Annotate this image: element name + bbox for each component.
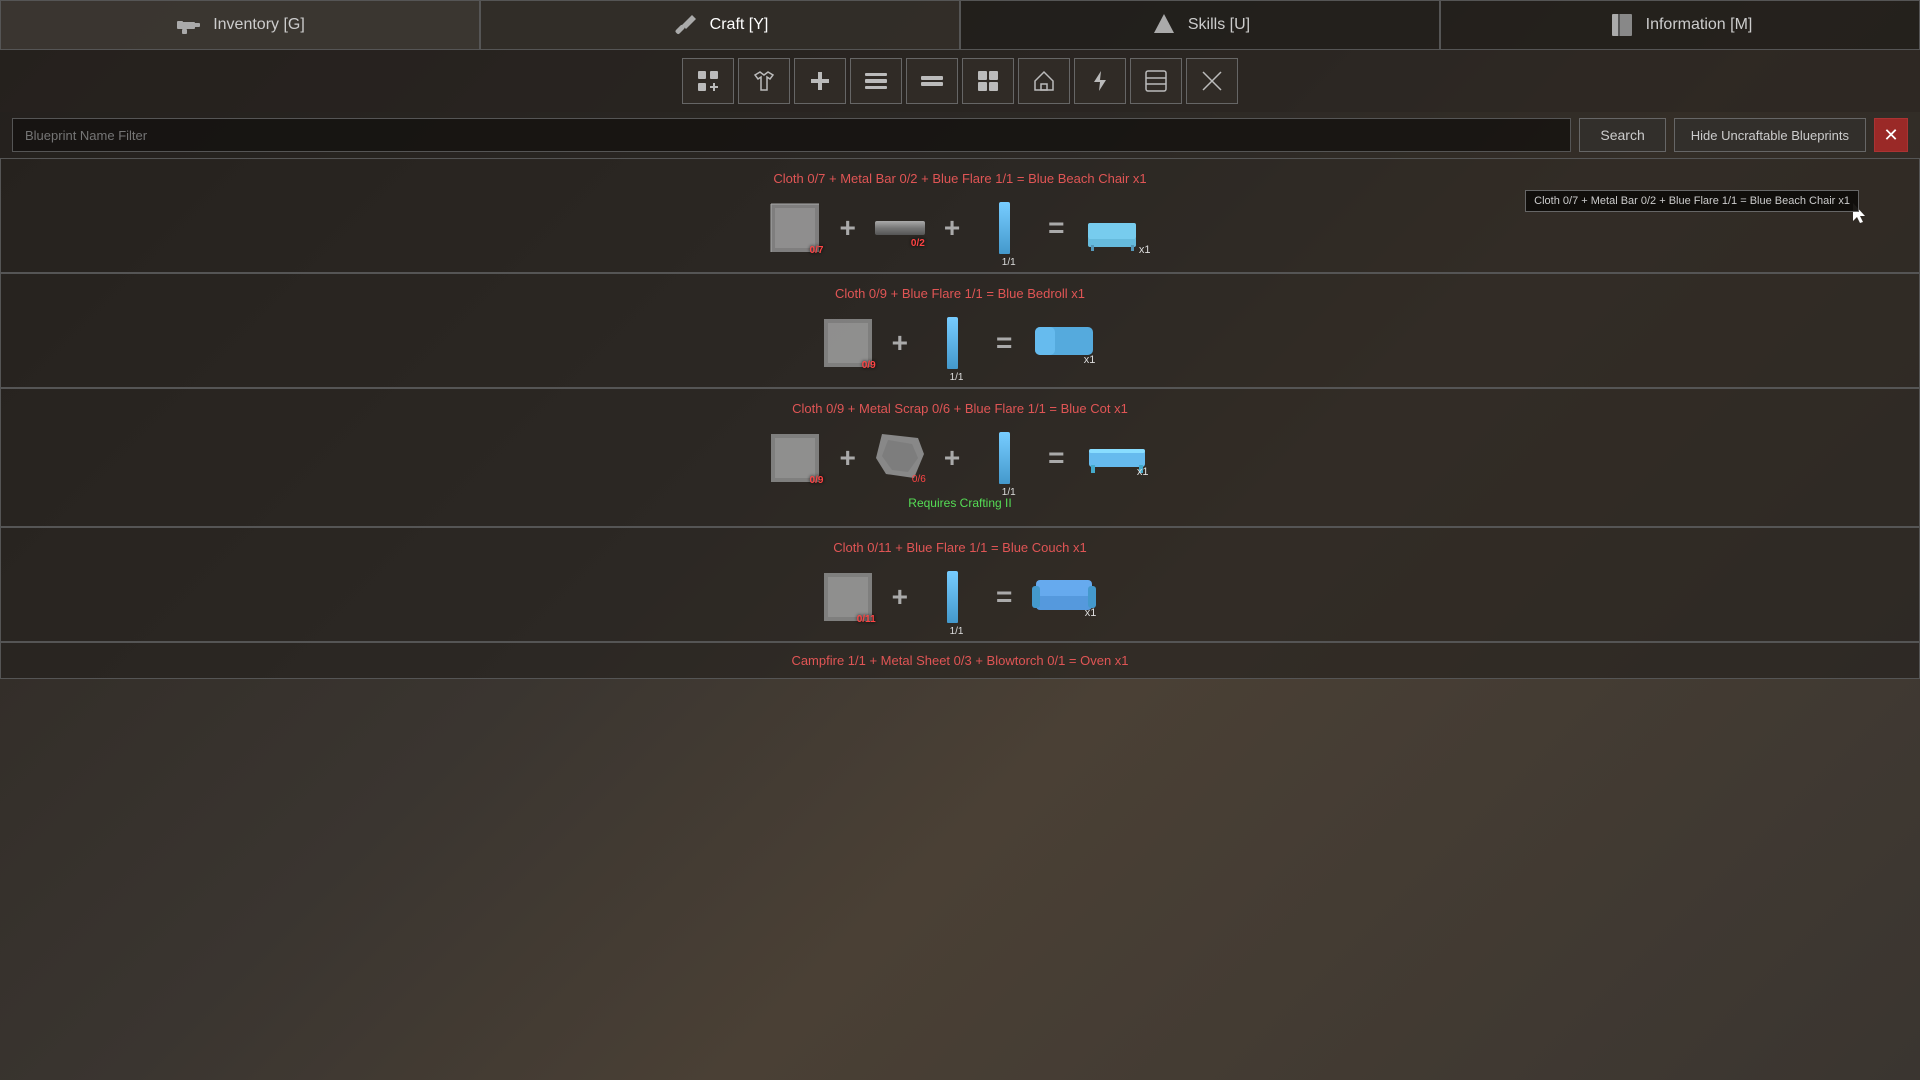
blueprint-list: Cloth 0/7 + Metal Bar 0/2 + Blue Flare 1…	[0, 158, 1920, 1080]
result-count-2: x1	[1084, 354, 1096, 366]
blueprint-card-couch: Cloth 0/11 + Blue Flare 1/1 = Blue Couch…	[0, 527, 1920, 642]
book-icon	[1608, 11, 1636, 39]
flare-count-4: 1/1	[950, 626, 964, 637]
toolbar-medical[interactable]	[794, 58, 846, 104]
ingredient-metalscrap-1: 0/6	[872, 430, 928, 486]
result-bedroll: x1	[1028, 315, 1100, 371]
equals-3: =	[1048, 442, 1064, 474]
wrench-icon	[672, 11, 700, 39]
result-cot: x1	[1081, 430, 1153, 486]
ingredient-cloth-1: 0/7	[767, 200, 823, 256]
plus-op-2: +	[944, 212, 960, 244]
toolbar-weapons[interactable]	[906, 58, 958, 104]
tool-icon	[864, 69, 888, 93]
nav-inventory[interactable]: Inventory [G]	[0, 0, 480, 50]
result-count-3: x1	[1137, 466, 1149, 478]
blueprint-ingredients-bedroll: 0/9 + 1/1 = x1	[21, 315, 1899, 371]
metalbar-count-1: 0/2	[911, 238, 925, 249]
search-button[interactable]: Search	[1579, 118, 1665, 152]
ingredient-metalbar-1: 0/2	[872, 200, 928, 256]
plus-op-3: +	[892, 327, 908, 359]
nav-craft[interactable]: Craft [Y]	[480, 0, 960, 50]
nav-information-label: Information [M]	[1646, 16, 1753, 34]
crafting-requirement-cot: Requires Crafting II	[21, 496, 1899, 510]
toolbar-other[interactable]	[1186, 58, 1238, 104]
plus-op-5: +	[944, 442, 960, 474]
plus-op-4: +	[839, 442, 855, 474]
blueprint-ingredients-cot: 0/9 + 0/6 + 1/1 =	[21, 430, 1899, 486]
top-navigation: Inventory [G] Craft [Y] Skills [U] Infor…	[0, 0, 1920, 50]
cloth-count-2: 0/9	[862, 360, 876, 371]
other-icon	[1200, 69, 1224, 93]
result-couch: x1	[1028, 569, 1100, 625]
ingredient-cloth-2: 0/9	[820, 315, 876, 371]
blueprint-card-bedroll: Cloth 0/9 + Blue Flare 1/1 = Blue Bedrol…	[0, 273, 1920, 388]
grid-plus-icon	[696, 69, 720, 93]
blueprint-title-couch: Cloth 0/11 + Blue Flare 1/1 = Blue Couch…	[21, 540, 1899, 555]
blueprint-ingredients-couch: 0/11 + 1/1 =	[21, 569, 1899, 625]
arrow-up-icon	[1150, 11, 1178, 39]
toolbar-building[interactable]	[1018, 58, 1070, 104]
blueprint-title-cot: Cloth 0/9 + Metal Scrap 0/6 + Blue Flare…	[21, 401, 1899, 416]
lightning-icon	[1088, 69, 1112, 93]
toolbar-electric[interactable]	[1074, 58, 1126, 104]
arrow-svg	[1150, 11, 1178, 39]
tooltip-text-1: Cloth 0/7 + Metal Bar 0/2 + Blue Flare 1…	[1534, 195, 1850, 207]
toolbar-all[interactable]	[682, 58, 734, 104]
blueprint-card-oven-partial: Campfire 1/1 + Metal Sheet 0/3 + Blowtor…	[0, 642, 1920, 679]
toolbar-misc[interactable]	[1130, 58, 1182, 104]
blueprint-card-cot: Cloth 0/9 + Metal Scrap 0/6 + Blue Flare…	[0, 388, 1920, 527]
result-beach-chair: x1	[1081, 200, 1153, 256]
wrench-svg	[672, 11, 700, 39]
cloth-count-4: 0/11	[857, 614, 876, 625]
house-icon	[1032, 69, 1056, 93]
blueprint-card-beach-chair: Cloth 0/7 + Metal Bar 0/2 + Blue Flare 1…	[0, 158, 1920, 273]
nav-craft-label: Craft [Y]	[710, 16, 769, 34]
flare-count-2: 1/1	[950, 372, 964, 383]
search-input[interactable]	[12, 118, 1571, 152]
flare-count-3: 1/1	[1002, 487, 1016, 498]
equals-4: =	[996, 581, 1012, 613]
nav-skills-label: Skills [U]	[1188, 16, 1250, 34]
close-search-button[interactable]: ✕	[1874, 118, 1908, 152]
misc-icon	[1144, 69, 1168, 93]
ingredient-flare-4: 1/1	[924, 569, 980, 625]
result-count-4: x1	[1085, 607, 1097, 619]
cloth-count-3: 0/9	[810, 475, 824, 486]
metalscrap-svg	[874, 432, 926, 480]
hide-uncraftable-button[interactable]: Hide Uncraftable Blueprints	[1674, 118, 1866, 152]
plus-op-1: +	[839, 212, 855, 244]
nav-information[interactable]: Information [M]	[1440, 0, 1920, 50]
ingredient-flare-3: 1/1	[976, 430, 1032, 486]
toolbar-ammo[interactable]	[962, 58, 1014, 104]
ingredient-flare-1: 1/1	[976, 200, 1032, 256]
cloth-count-1: 0/7	[810, 245, 824, 256]
ingredient-flare-2: 1/1	[924, 315, 980, 371]
flare-count-1: 1/1	[1002, 257, 1016, 268]
gun-svg	[175, 11, 203, 39]
metalscrap-count-1: 0/6	[912, 474, 926, 485]
toolbar-clothing[interactable]	[738, 58, 790, 104]
blueprint-title-oven: Campfire 1/1 + Metal Sheet 0/3 + Blowtor…	[21, 653, 1899, 668]
result-count-1: x1	[1139, 244, 1151, 256]
equals-2: =	[996, 327, 1012, 359]
blueprint-title-beach-chair: Cloth 0/7 + Metal Bar 0/2 + Blue Flare 1…	[21, 171, 1899, 186]
nav-inventory-label: Inventory [G]	[213, 16, 305, 34]
gun-icon	[175, 11, 203, 39]
plus-icon	[808, 69, 832, 93]
ingredient-cloth-4: 0/11	[820, 569, 876, 625]
shirt-icon	[752, 69, 776, 93]
ingredient-cloth-3: 0/9	[767, 430, 823, 486]
toolbar-tools[interactable]	[850, 58, 902, 104]
equals-1: =	[1048, 212, 1064, 244]
nav-skills[interactable]: Skills [U]	[960, 0, 1440, 50]
tooltip-beach-chair: Cloth 0/7 + Metal Bar 0/2 + Blue Flare 1…	[1525, 190, 1859, 212]
weapons-icon	[920, 69, 944, 93]
blueprint-title-bedroll: Cloth 0/9 + Blue Flare 1/1 = Blue Bedrol…	[21, 286, 1899, 301]
grid-icon	[976, 69, 1000, 93]
search-row: Search Hide Uncraftable Blueprints ✕	[0, 112, 1920, 158]
plus-op-6: +	[892, 581, 908, 613]
craft-toolbar	[0, 50, 1920, 112]
book-svg	[1608, 11, 1636, 39]
